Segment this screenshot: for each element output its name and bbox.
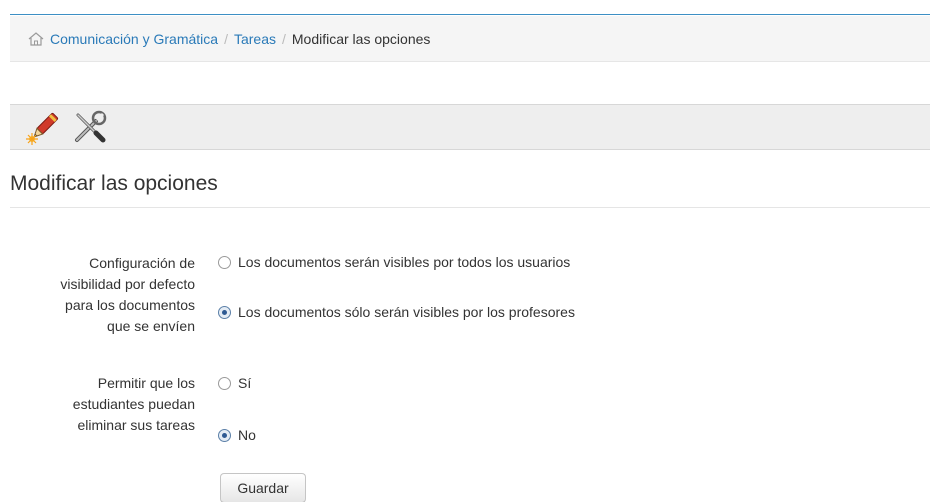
save-button[interactable]: Guardar xyxy=(220,473,306,502)
visibility-radio-teachers[interactable] xyxy=(218,305,231,319)
delete-radio-no[interactable] xyxy=(218,428,231,442)
delete-option-yes[interactable]: Sí xyxy=(218,375,251,391)
delete-radio-yes[interactable] xyxy=(218,376,231,390)
visibility-radio-all[interactable] xyxy=(218,255,231,269)
breadcrumb-link-course[interactable]: Comunicación y Gramática xyxy=(50,31,218,47)
breadcrumb-separator: / xyxy=(281,30,286,47)
visibility-option-all[interactable]: Los documentos serán visibles por todos … xyxy=(218,254,570,270)
breadcrumb: Comunicación y Gramática / Tareas / Modi… xyxy=(10,16,930,62)
page: Comunicación y Gramática / Tareas / Modi… xyxy=(0,0,930,502)
delete-permission-label: Permitir que los estudiantes puedan elim… xyxy=(72,375,195,433)
toolbar xyxy=(10,104,930,150)
title-divider xyxy=(10,207,930,208)
settings-button[interactable] xyxy=(70,107,110,147)
delete-option-no[interactable]: No xyxy=(218,427,256,443)
top-accent-line xyxy=(10,14,930,15)
breadcrumb-current: Modificar las opciones xyxy=(291,30,431,47)
pencil-icon xyxy=(26,112,59,145)
breadcrumb-separator: / xyxy=(224,30,228,47)
visibility-option-teachers[interactable]: Los documentos sólo serán visibles por l… xyxy=(218,304,575,320)
breadcrumb-link-tasks[interactable]: Tareas xyxy=(234,31,276,47)
edit-button[interactable] xyxy=(24,107,64,147)
home-icon[interactable] xyxy=(28,31,44,46)
page-title: Modificar las opciones xyxy=(10,172,218,195)
visibility-label: Configuración de visibilidad por defecto… xyxy=(60,255,195,334)
tools-icon xyxy=(75,110,107,143)
